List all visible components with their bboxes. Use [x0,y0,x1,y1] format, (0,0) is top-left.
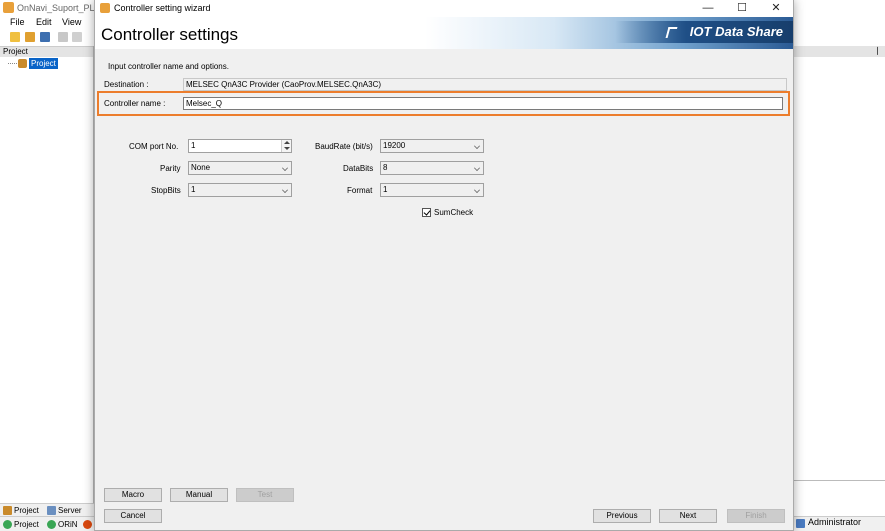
menu-file[interactable]: File [10,17,25,27]
finish-button[interactable]: Finish [727,509,785,523]
status-project[interactable]: Project [2,519,39,530]
destination-label: Destination : [104,80,149,89]
app-menu-bar: File Edit View [0,17,94,30]
tab-project-label: Project [14,506,39,515]
brand-name: IOT Data Share [689,24,783,39]
user-icon [796,519,805,528]
instruction-text: Input controller name and options. [108,62,229,71]
app-logo-icon [3,2,14,13]
project-tab-icon [3,506,12,515]
tree-item-label: Project [29,58,58,69]
maximize-button[interactable]: ☐ [725,0,759,17]
test-button[interactable]: Test [236,488,294,502]
format-label: Format [347,186,373,195]
copy-icon[interactable] [58,32,68,42]
stopbits-select[interactable]: 1 [188,183,292,197]
baudrate-label: BaudRate (bit/s) [315,142,373,151]
tab-project[interactable]: Project [2,505,39,516]
format-value: 1 [383,185,388,194]
status-orin-label: ORiN [58,520,78,529]
app-toolbar [0,30,94,45]
menu-view[interactable]: View [62,17,81,27]
open-folder-icon[interactable] [25,32,35,42]
project-icon [18,59,27,68]
status-project-label: Project [14,520,39,529]
stopbits-label: StopBits [151,186,181,195]
format-select[interactable]: 1 [380,183,484,197]
stop-icon [83,520,92,529]
right-panel-header: ❘ [794,46,885,57]
dialog-title: Controller setting wizard [114,3,211,13]
parity-label: Parity [160,164,181,173]
manual-button[interactable]: Manual [170,488,228,502]
minimize-button[interactable]: — [691,0,725,17]
dialog-title-bar: Controller setting wizard — ☐ ✕ [95,0,793,17]
status-orin-icon [47,520,56,529]
com-port-label: COM port No. [129,142,179,151]
right-panel-divider [794,480,885,481]
databits-select[interactable]: 8 [380,161,484,175]
bottom-tab-strip: Project Server [0,503,94,516]
controller-name-label: Controller name : [104,99,166,108]
previous-button[interactable]: Previous [593,509,651,523]
pin-icon[interactable]: ❘ [874,46,881,55]
close-button[interactable]: ✕ [759,0,793,17]
wizard-banner: IOT Data Share Controller settings [95,17,793,49]
save-icon[interactable] [40,32,50,42]
server-tab-icon [47,506,56,515]
chevron-down-icon [474,165,480,171]
chevron-down-icon [282,165,288,171]
chevron-down-icon [282,187,288,193]
wizard-icon [100,3,110,13]
status-orin[interactable]: ORiN [46,519,78,530]
menu-edit[interactable]: Edit [36,17,52,27]
stopbits-value: 1 [191,185,196,194]
next-button[interactable]: Next [659,509,717,523]
controller-setting-wizard-dialog: Controller setting wizard — ☐ ✕ IOT Data… [94,0,794,531]
tree-connector [8,63,17,64]
com-port-spinner[interactable]: 1 [188,139,292,153]
project-panel-header: Project [0,46,94,57]
controller-name-input[interactable] [183,97,783,110]
status-project-icon [3,520,12,529]
parity-value: None [191,163,211,172]
cancel-button[interactable]: Cancel [104,509,162,523]
page-title: Controller settings [101,25,239,44]
new-icon[interactable] [10,32,20,42]
user-indicator: Administrator [796,517,862,528]
macro-button[interactable]: Macro [104,488,162,502]
databits-value: 8 [383,163,388,172]
chevron-down-icon [474,187,480,193]
parity-select[interactable]: None [188,161,292,175]
destination-field: MELSEC QnA3C Provider (CaoProv.MELSEC.Qn… [183,78,787,91]
chevron-down-icon [474,143,480,149]
user-name: Administrator [808,517,862,527]
paste-icon[interactable] [72,32,82,42]
baudrate-value: 19200 [383,141,406,150]
project-panel-title: Project [3,47,28,56]
tab-server-label: Server [58,506,82,515]
spin-arrows-icon[interactable] [281,140,291,152]
sumcheck-label: SumCheck [434,208,474,217]
baudrate-select[interactable]: 19200 [380,139,484,153]
databits-label: DataBits [343,164,374,173]
sumcheck-checkbox[interactable] [422,208,431,217]
tab-server[interactable]: Server [46,505,82,516]
com-port-value: 1 [191,141,196,150]
